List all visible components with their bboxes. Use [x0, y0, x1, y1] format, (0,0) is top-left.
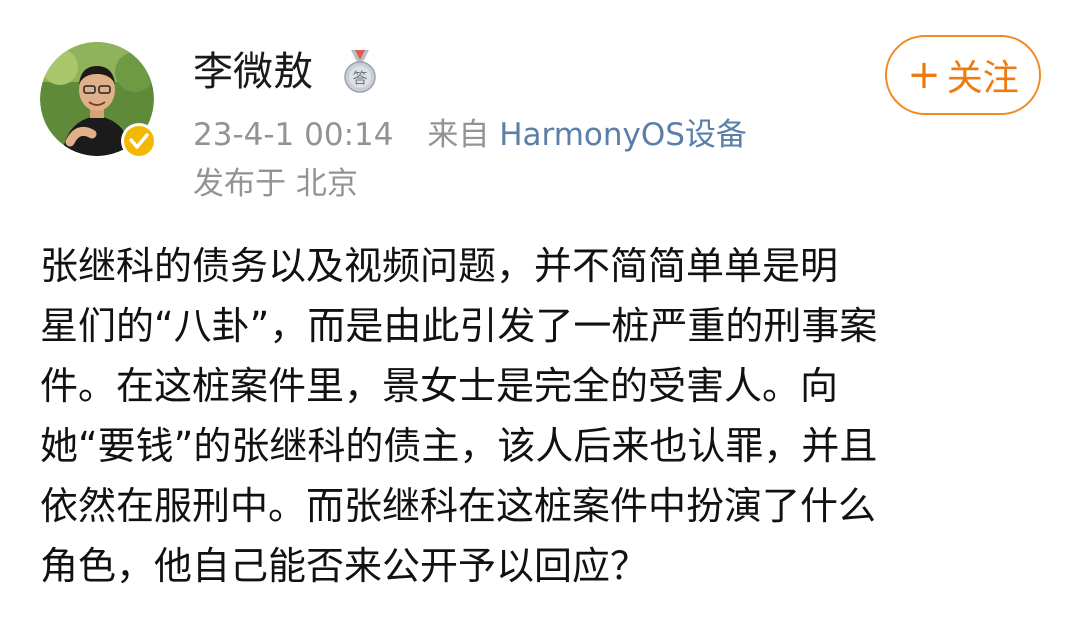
source-prefix: 来自 [427, 117, 490, 153]
medal-icon: 答 [344, 50, 376, 93]
content-line: 件。在这桩案件里，景女士是完全的受害人。向 [40, 364, 839, 408]
content-line: 星们的“八卦”，而是由此引发了一桩严重的刑事案 [40, 304, 878, 348]
source-device-link[interactable]: HarmonyOS设备 [499, 117, 747, 153]
verified-badge-icon [121, 123, 157, 159]
plus-icon: + [907, 52, 941, 98]
post-content: 张继科的债务以及视频问题，并不简简单单是明 星们的“八卦”，而是由此引发了一桩严… [40, 236, 1035, 596]
username[interactable]: 李微敖 [193, 44, 313, 100]
medal-text: 答 [352, 69, 367, 87]
content-line: 依然在服刑中。而张继科在这桩案件中扮演了什么 [40, 484, 877, 528]
content-line: 角色，他自己能否来公开予以回应？ [40, 544, 649, 588]
follow-button-label: 关注 [946, 58, 1019, 99]
content-line: 她“要钱”的张继科的债主，该人后来也认罪，并且 [40, 424, 878, 468]
post-meta: 23-4-1 00:14 来自 HarmonyOS设备 [193, 113, 747, 157]
post-location: 发布于 北京 [193, 166, 358, 202]
content-line: 张继科的债务以及视频问题，并不简简单单是明 [40, 244, 839, 288]
post-time: 23-4-1 00:14 [193, 117, 394, 153]
avatar[interactable] [40, 42, 157, 159]
follow-button[interactable]: + 关注 [885, 35, 1041, 115]
